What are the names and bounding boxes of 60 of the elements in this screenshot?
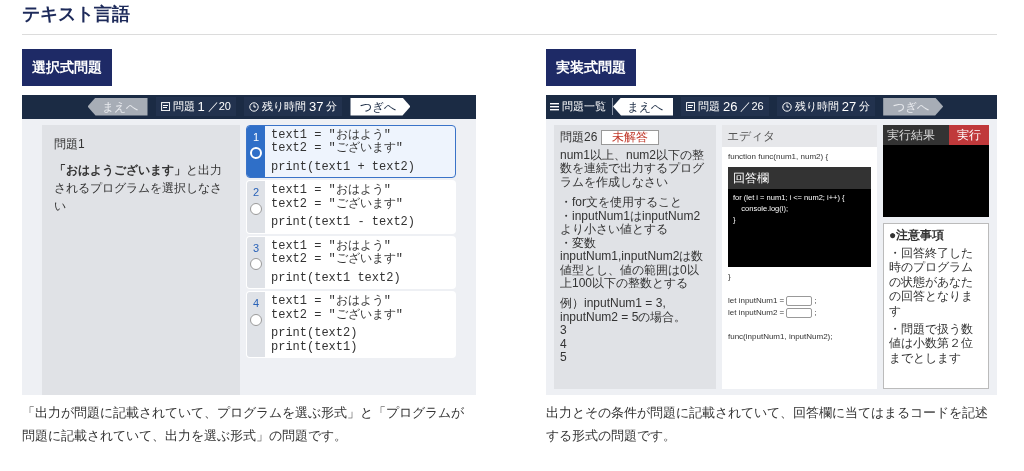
document-icon — [160, 102, 170, 112]
menu-button[interactable]: 問題一覧 — [550, 98, 613, 115]
answer-title: 回答欄 — [728, 166, 871, 189]
choice-number: 2 — [252, 185, 260, 201]
choice-option[interactable]: 2 text1 = "おはよう" text2 = "ございます" print(text1 - text2) — [246, 180, 456, 234]
choice-option[interactable]: 1 text1 = "おはよう" text2 = "ございます" print(text1 + text2) — [246, 124, 456, 179]
clock-icon — [781, 101, 792, 112]
input-field[interactable] — [786, 307, 813, 318]
note-text: ・回答終了した時のプログラムの状態があなたの回答となります — [889, 246, 974, 318]
menu-icon — [550, 102, 559, 112]
clock-icon — [249, 101, 259, 112]
choice-number: 4 — [252, 296, 260, 312]
time-remaining: 残り時間 27 分 — [776, 96, 876, 117]
note-text: ・問題で扱う数値は小数第２位までとします — [889, 321, 974, 366]
choice-number: 3 — [252, 240, 260, 256]
status-label: 未解答 — [601, 129, 660, 146]
question-title: 問題26 — [560, 129, 598, 144]
code-line: func(inputNum1, inputNum2); — [728, 330, 834, 343]
code-snippet: text1 = "おはよう" text2 = "ございます" print(text1 text2) — [270, 237, 404, 287]
question-text: num1以上、num2以下の整数を連続で出力するプログラムを作成しなさい — [560, 149, 706, 190]
question-text: 例）inputNum1 = 3, inputNum2 = 5の場合。 — [560, 297, 688, 325]
notes-title: ●注意事項 — [889, 227, 946, 242]
next-button[interactable]: つぎへ — [350, 97, 411, 116]
radio-button[interactable] — [250, 202, 262, 215]
question-text: 4 — [560, 337, 568, 352]
caption-text: 「出力が問題に記載されていて、プログラムを選ぶ形式」と「プログラムが問題に記載されていて、出力を選ぶ形式」の問題です。 — [22, 403, 465, 445]
code-snippet: text1 = "おはよう" text2 = "ございます" print(text1 + text2) — [270, 126, 417, 176]
question-text: ・for文を使用すること — [560, 196, 683, 210]
document-icon — [686, 102, 695, 112]
question-counter: 問題 1 ／20 — [155, 96, 236, 117]
code-line: function func(num1, num2) { — [728, 150, 830, 163]
choice-option[interactable]: 3 text1 = "おはよう" text2 = "ございます" print(text1 text2) — [246, 235, 456, 290]
input-field[interactable] — [786, 295, 813, 306]
code-line: let inputNum1 = — [728, 294, 785, 307]
choice-option[interactable]: 4 text1 = "おはよう" text2 = "ございます" print(text2) print(text1) — [246, 291, 456, 359]
previous-button[interactable]: まえへ — [613, 97, 673, 116]
question-counter: 問題 26 ／26 — [681, 96, 769, 117]
question-title: 問題1 — [54, 135, 86, 153]
question-text: 「おはようございます」と出力されるプログラムを選択しなさい — [54, 161, 223, 215]
run-button[interactable]: 実行 — [949, 124, 989, 145]
question-text: 3 — [560, 324, 567, 338]
section-label: 選択式問題 — [22, 48, 112, 86]
code-line: ; — [814, 306, 817, 319]
question-text: 5 — [560, 351, 568, 365]
question-text: ・inputNum1はinputNum2より小さい値とする — [560, 209, 702, 237]
time-remaining: 残り時間 37 分 — [244, 96, 343, 117]
radio-button[interactable] — [250, 313, 262, 326]
section-label: 実装式問題 — [546, 48, 636, 86]
editor-title: エディタ — [722, 124, 877, 147]
caption-text: 出力とその条件が問題に記載されていて、回答欄に当てはまるコードを記述する形式の問題です。 — [546, 403, 989, 445]
radio-button[interactable] — [250, 258, 262, 271]
question-text: ・変数inputNum1,inputNum2は数値型とし、値の範囲は0以上100以下の整数とする — [560, 236, 705, 291]
output-title: 実行結果 — [887, 126, 935, 144]
code-line: ; — [814, 294, 817, 307]
code-line: let inputNum2 = — [728, 306, 785, 319]
page-heading: テキスト言語 — [22, 4, 131, 26]
code-line: } — [728, 270, 732, 283]
code-snippet: text1 = "おはよう" text2 = "ございます" print(text1 - text2) — [270, 182, 417, 232]
choice-number: 1 — [252, 129, 260, 145]
code-snippet: text1 = "おはよう" text2 = "ございます" print(text2) print(text1) — [270, 293, 404, 356]
